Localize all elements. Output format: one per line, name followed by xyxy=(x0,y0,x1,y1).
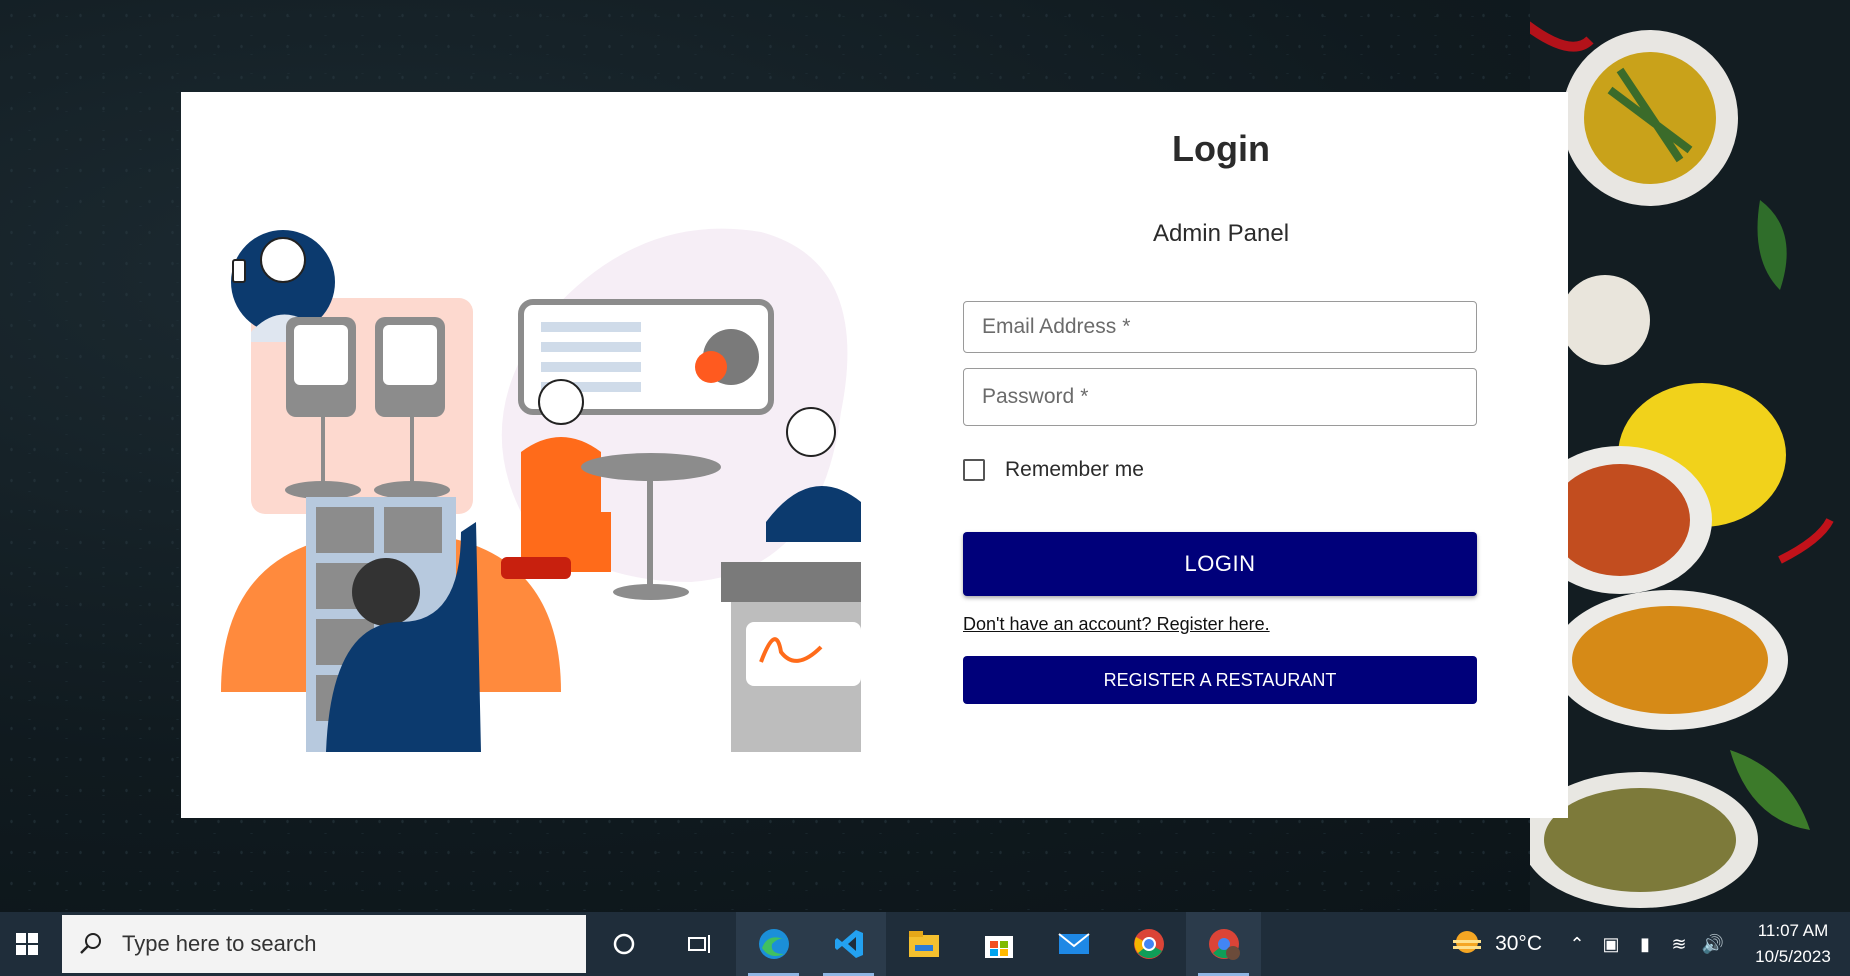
vscode-icon[interactable] xyxy=(811,912,886,976)
battery-icon[interactable]: ▮ xyxy=(1628,934,1662,955)
wifi-icon[interactable]: ≋ xyxy=(1662,934,1696,955)
clock-time: 11:07 AM xyxy=(1757,921,1829,940)
sun-haze-icon xyxy=(1453,931,1482,953)
page-title: Login xyxy=(1172,128,1270,169)
register-link[interactable]: Don't have an account? Register here. xyxy=(963,614,1270,635)
restaurant-illustration xyxy=(221,228,861,752)
chrome-icon[interactable] xyxy=(1111,912,1186,976)
cortana-icon[interactable] xyxy=(586,912,661,976)
store-icon[interactable] xyxy=(961,912,1036,976)
temperature-text: 30°C xyxy=(1495,932,1542,955)
clock[interactable]: 11:07 AM 10/5/2023 xyxy=(1744,918,1842,970)
meet-now-icon[interactable]: ▣ xyxy=(1594,934,1628,955)
system-tray: 30°C ⌃ ▣ ▮ ≋ 🔊 11:07 AM 10/5/2023 xyxy=(1449,912,1850,976)
email-field[interactable]: Email Address * xyxy=(963,301,1477,353)
login-button[interactable]: LOGIN xyxy=(963,532,1477,596)
spices-photo xyxy=(1530,0,1850,912)
required-mark: * xyxy=(1122,315,1131,338)
login-card: Login Admin Panel Email Address * Passwo… xyxy=(181,92,1568,818)
taskbar: Type here to search 30°C ⌃ ▣ ▮ ≋ 🔊 11:07… xyxy=(0,912,1850,976)
login-form: Login Admin Panel Email Address * Passwo… xyxy=(963,92,1479,818)
taskbar-search-box[interactable]: Type here to search xyxy=(62,915,586,973)
remember-me-label[interactable]: Remember me xyxy=(1005,458,1144,482)
weather-widget[interactable]: 30°C xyxy=(1449,928,1542,960)
volume-icon[interactable]: 🔊 xyxy=(1696,934,1730,955)
search-placeholder: Type here to search xyxy=(122,931,317,956)
required-mark: * xyxy=(1080,385,1089,408)
mail-icon[interactable] xyxy=(1036,912,1111,976)
remember-me-checkbox[interactable] xyxy=(963,459,985,481)
email-field-label: Email Address xyxy=(982,315,1117,338)
page-subtitle: Admin Panel xyxy=(1152,220,1290,247)
chevron-up-icon[interactable]: ⌃ xyxy=(1560,934,1594,955)
chrome-profile-icon[interactable] xyxy=(1186,912,1261,976)
register-restaurant-button[interactable]: REGISTER A RESTAURANT xyxy=(963,656,1477,704)
task-view-icon[interactable] xyxy=(661,912,736,976)
file-explorer-icon[interactable] xyxy=(886,912,961,976)
windows-start-icon[interactable] xyxy=(0,912,54,976)
password-field-label: Password xyxy=(982,385,1075,408)
clock-date: 10/5/2023 xyxy=(1755,947,1831,966)
remember-me-row: Remember me xyxy=(963,458,1144,482)
search-icon xyxy=(80,933,101,954)
password-field[interactable]: Password * xyxy=(963,368,1477,426)
edge-icon[interactable] xyxy=(736,912,811,976)
